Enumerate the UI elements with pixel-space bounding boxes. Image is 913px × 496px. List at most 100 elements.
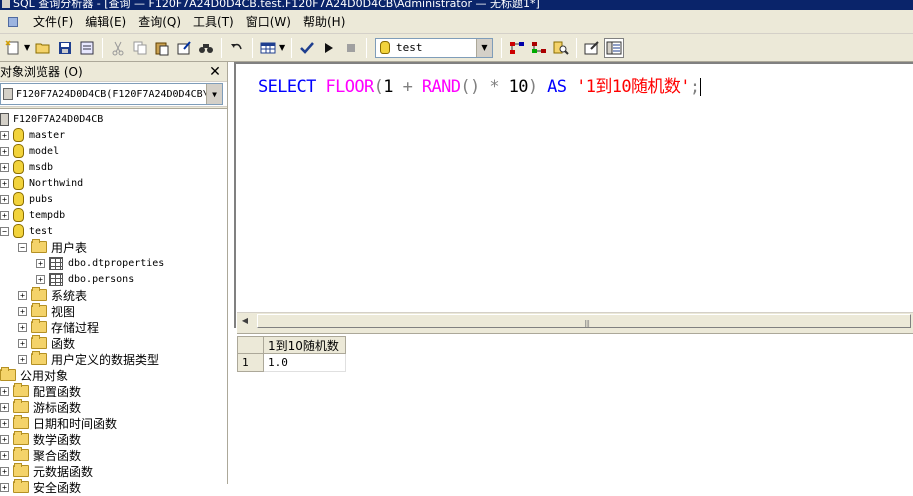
save-button[interactable] [55, 38, 75, 58]
tree-node-database[interactable]: + msdb [0, 159, 53, 175]
tree-node-database[interactable]: + model [0, 143, 59, 159]
menu-window[interactable]: 窗口(W) [240, 12, 297, 32]
new-query-dropdown-arrow[interactable]: ▼ [24, 43, 32, 52]
expand-icon[interactable]: + [0, 178, 9, 188]
toolbar-separator [501, 37, 502, 58]
scrollbar-thumb[interactable]: ||| [257, 313, 911, 328]
expand-icon[interactable]: + [0, 162, 9, 172]
tree-node-public-objects[interactable]: 公用对象 [0, 367, 68, 383]
tree-node-function-group[interactable]: + 游标函数 [0, 399, 81, 415]
tree-node-views[interactable]: + 视图 [18, 303, 75, 319]
edit-button[interactable] [174, 38, 194, 58]
paste-button[interactable] [152, 38, 172, 58]
grid-cell[interactable]: 1.0 [264, 354, 346, 372]
database-select[interactable]: test ▼ [375, 37, 493, 58]
expand-icon[interactable]: + [0, 402, 9, 412]
expand-icon[interactable]: + [18, 354, 27, 364]
new-query-button[interactable] [3, 38, 23, 58]
grid-corner[interactable] [237, 336, 264, 354]
expand-icon[interactable]: + [0, 210, 9, 220]
cut-button[interactable] [108, 38, 128, 58]
expand-icon[interactable]: + [0, 418, 9, 428]
expand-icon[interactable]: + [0, 130, 9, 140]
expand-icon[interactable]: + [18, 322, 27, 332]
toolbar-separator [221, 37, 222, 58]
expand-icon[interactable]: + [36, 258, 45, 268]
tree-node-database[interactable]: + tempdb [0, 207, 65, 223]
close-icon[interactable]: ✕ [207, 64, 223, 80]
scrollbar-track[interactable]: ||| [253, 313, 913, 329]
find-button[interactable] [196, 38, 216, 58]
collapse-icon[interactable]: − [18, 242, 27, 252]
tree-node-function-group[interactable]: + 日期和时间函数 [0, 415, 117, 431]
sql-statement[interactable]: SELECT FLOOR(1 + RAND() * 10) AS '1到10随机… [258, 72, 701, 97]
tree-node-user-defined-types[interactable]: + 用户定义的数据类型 [18, 351, 159, 367]
scroll-left-icon[interactable]: ◀ [237, 313, 253, 329]
expand-icon[interactable]: + [36, 274, 45, 284]
tree-node-database[interactable]: + Northwind [0, 175, 83, 191]
tree-node-database[interactable]: + pubs [0, 191, 53, 207]
collapse-icon[interactable]: − [0, 226, 9, 236]
menu-tools[interactable]: 工具(T) [187, 12, 240, 32]
sql-operator-multiply: * [489, 77, 499, 97]
tree-node-table[interactable]: + dbo.dtproperties [36, 255, 164, 271]
grid-row-header[interactable]: 1 [237, 354, 264, 372]
tree-node-database[interactable]: + master [0, 127, 65, 143]
tree-node-server[interactable]: F120F7A24D0D4CB [0, 111, 103, 127]
tree-node-function-group[interactable]: + 元数据函数 [0, 463, 93, 479]
query-editor[interactable]: SELECT FLOOR(1 + RAND() * 10) AS '1到10随机… [234, 62, 913, 328]
open-button[interactable] [33, 38, 53, 58]
tree-node-function-group[interactable]: + 聚合函数 [0, 447, 81, 463]
chevron-down-icon[interactable]: ▼ [206, 84, 222, 104]
expand-icon[interactable]: + [18, 290, 27, 300]
parse-button[interactable] [297, 38, 317, 58]
tree-node-database-test[interactable]: − test [0, 223, 53, 239]
expand-icon[interactable]: + [0, 146, 9, 156]
menu-file[interactable]: 文件(F) [27, 12, 79, 32]
expand-icon[interactable]: + [18, 338, 27, 348]
database-icon [13, 192, 24, 206]
tree-node-label: 函数 [51, 336, 76, 351]
tree-node-function-group[interactable]: + 安全函数 [0, 479, 81, 495]
display-plan-button[interactable] [507, 38, 527, 58]
expand-icon[interactable]: + [0, 386, 9, 396]
sql-number: 10 [508, 77, 529, 97]
index-tuning-button[interactable] [551, 38, 571, 58]
tree-node-stored-procedures[interactable]: + 存储过程 [18, 319, 99, 335]
sql-keyword-select: SELECT [258, 77, 316, 97]
menu-app-icon[interactable] [2, 12, 27, 32]
tree-node-table[interactable]: + dbo.persons [36, 271, 134, 287]
execute-button[interactable] [319, 38, 339, 58]
database-icon [13, 128, 24, 142]
editor-horizontal-scrollbar[interactable]: ◀ ||| [237, 312, 913, 328]
results-mode-dropdown-arrow[interactable]: ▼ [279, 43, 287, 52]
load-script-button[interactable] [77, 38, 97, 58]
tree-node-functions[interactable]: + 函数 [18, 335, 75, 351]
results-mode-button[interactable] [258, 38, 278, 58]
tree-node-system-tables[interactable]: + 系统表 [18, 287, 87, 303]
tree-node-function-group[interactable]: + 配置函数 [0, 383, 81, 399]
stop-button[interactable] [341, 38, 361, 58]
show-plan-button[interactable] [529, 38, 549, 58]
object-browser-toggle[interactable] [604, 37, 624, 58]
grid-column-header[interactable]: 1到10随机数 [264, 336, 346, 354]
tree-node-label: 用户表 [51, 240, 88, 255]
undo-button[interactable] [227, 38, 247, 58]
menu-help[interactable]: 帮助(H) [297, 12, 351, 32]
menu-edit[interactable]: 编辑(E) [79, 12, 132, 32]
window-title: SQL 查询分析器 - [查询 — F120F7A24D0D4CB.test.F… [13, 0, 540, 10]
sql-semicolon: ; [689, 77, 700, 97]
copy-button[interactable] [130, 38, 150, 58]
expand-icon[interactable]: + [0, 434, 9, 444]
expand-icon[interactable]: + [0, 450, 9, 460]
chevron-down-icon[interactable]: ▼ [476, 38, 492, 57]
tree-node-user-tables[interactable]: − 用户表 [18, 239, 87, 255]
expand-icon[interactable]: + [0, 466, 9, 476]
expand-icon[interactable]: + [18, 306, 27, 316]
tree-node-function-group[interactable]: + 数学函数 [0, 431, 81, 447]
expand-icon[interactable]: + [0, 194, 9, 204]
object-properties-button[interactable] [582, 38, 602, 58]
server-select[interactable]: F120F7A24D0D4CB(F120F7A24D0D4CB\ ▼ [0, 83, 223, 105]
menu-query[interactable]: 查询(Q) [132, 12, 187, 32]
toolbar-separator [102, 37, 103, 58]
